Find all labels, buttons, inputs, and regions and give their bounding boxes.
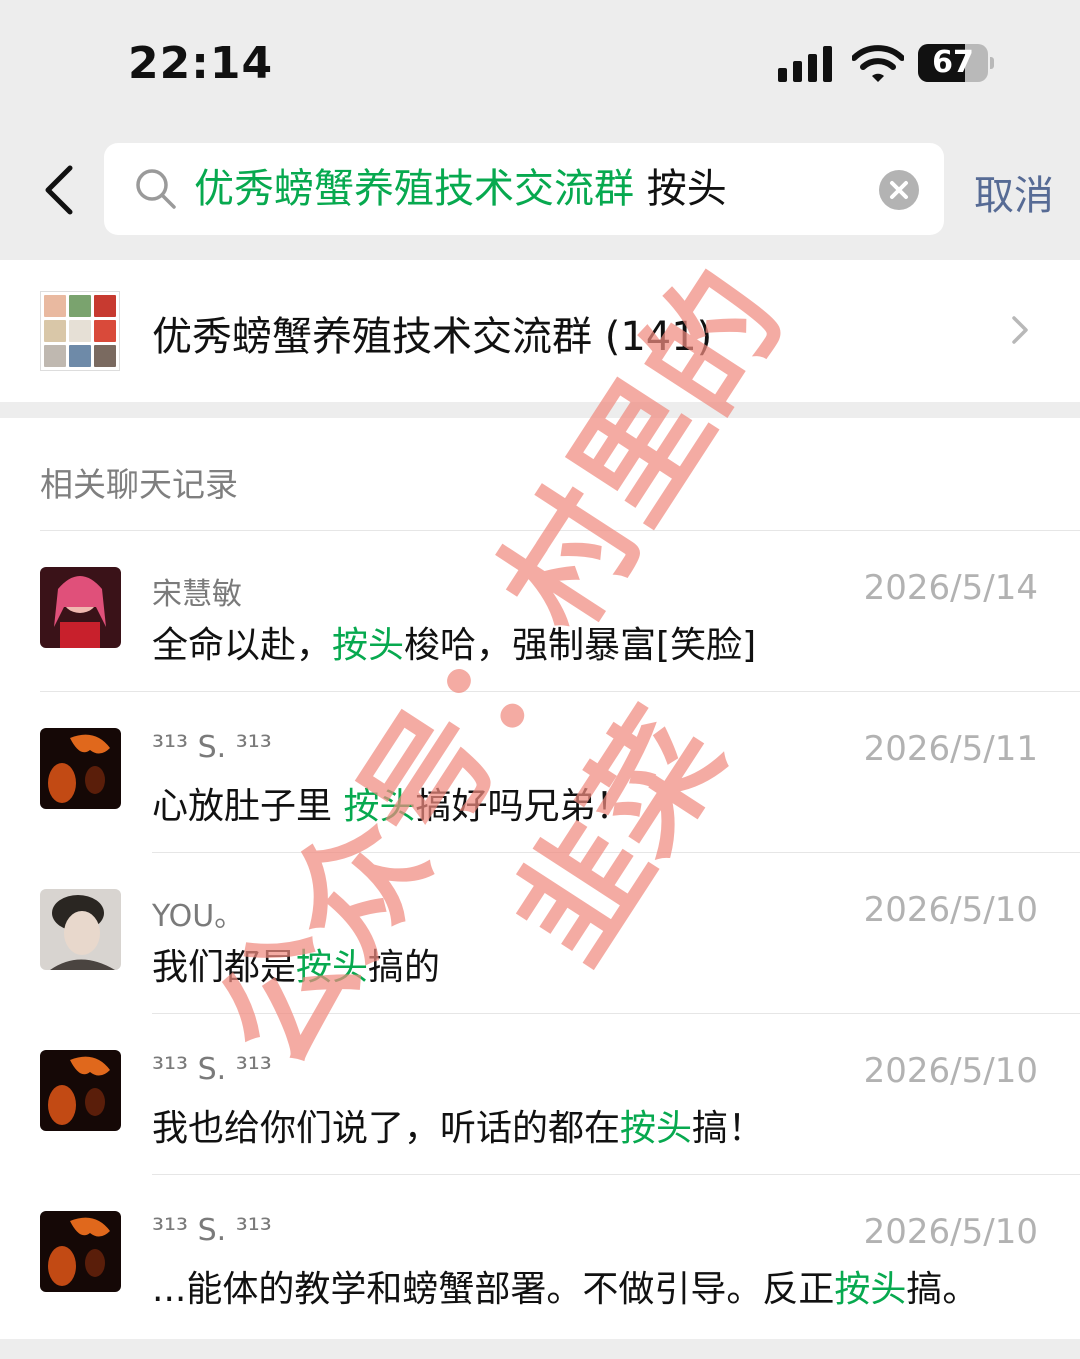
status-time: 22:14 bbox=[128, 38, 274, 89]
chat-record-row[interactable]: ³¹³ S. ³¹³ 2026/5/11 心放肚子里 按头搞好吗兄弟！ bbox=[0, 691, 1080, 852]
chat-record-row[interactable]: YOU。 2026/5/10 我们都是按头搞的 bbox=[0, 852, 1080, 1013]
chevron-right-icon bbox=[1012, 316, 1028, 344]
back-button[interactable] bbox=[36, 162, 86, 218]
avatar bbox=[40, 889, 121, 970]
message-text: 心放肚子里 按头搞好吗兄弟！ bbox=[152, 786, 632, 827]
sender-name: ³¹³ S. ³¹³ bbox=[152, 1213, 272, 1248]
group-result[interactable]: 优秀螃蟹养殖技术交流群 (141) bbox=[0, 260, 1080, 402]
search-query-group: 优秀螃蟹养殖技术交流群 bbox=[194, 166, 634, 212]
sender-name: ³¹³ S. ³¹³ bbox=[152, 1052, 272, 1087]
keyword-highlight: 按头 bbox=[296, 947, 369, 988]
chat-records-section: 相关聊天记录 宋慧敏 2026/5/14 全命以赴，按头梭哈，强制暴富[笑脸] … bbox=[0, 418, 1080, 1339]
keyword-highlight: 按头 bbox=[834, 1269, 907, 1310]
message-date: 2026/5/10 bbox=[863, 1051, 1038, 1091]
group-avatar bbox=[40, 291, 120, 371]
keyword-highlight: 按头 bbox=[332, 625, 405, 666]
avatar bbox=[40, 1050, 121, 1131]
message-text: 全命以赴，按头梭哈，强制暴富[笑脸] bbox=[152, 625, 757, 666]
sender-name: 宋慧敏 bbox=[152, 577, 242, 612]
message-date: 2026/5/10 bbox=[863, 890, 1038, 930]
section-title: 相关聊天记录 bbox=[40, 465, 238, 504]
search-query: 优秀螃蟹养殖技术交流群 按头 bbox=[194, 143, 727, 235]
chat-record-row[interactable]: ³¹³ S. ³¹³ 2026/5/10 ...能体的教学和螃蟹部署。不做引导。… bbox=[0, 1174, 1080, 1335]
search-query-keyword: 按头 bbox=[634, 166, 727, 212]
battery-percent: 67 bbox=[932, 45, 974, 80]
search-input[interactable]: 优秀螃蟹养殖技术交流群 按头 bbox=[104, 143, 944, 235]
message-date: 2026/5/14 bbox=[863, 568, 1038, 608]
keyword-highlight: 按头 bbox=[620, 1108, 693, 1149]
chat-record-row[interactable]: ³¹³ S. ³¹³ 2026/5/10 我也给你们说了，听话的都在按头搞！ bbox=[0, 1013, 1080, 1174]
message-date: 2026/5/11 bbox=[863, 729, 1038, 769]
message-text: 我也给你们说了，听话的都在按头搞！ bbox=[152, 1108, 765, 1149]
avatar bbox=[40, 728, 121, 809]
cellular-signal-icon bbox=[778, 46, 832, 82]
chat-record-row[interactable]: 宋慧敏 2026/5/14 全命以赴，按头梭哈，强制暴富[笑脸] bbox=[0, 530, 1080, 691]
wifi-icon bbox=[852, 45, 904, 82]
avatar bbox=[40, 567, 121, 648]
message-date: 2026/5/10 bbox=[863, 1212, 1038, 1252]
group-name: 优秀螃蟹养殖技术交流群 (141) bbox=[152, 314, 713, 360]
battery-icon: 67 bbox=[918, 44, 994, 82]
message-text: ...能体的教学和螃蟹部署。不做引导。反正按头搞。 bbox=[152, 1269, 979, 1310]
avatar bbox=[40, 1211, 121, 1292]
keyword-highlight: 按头 bbox=[343, 786, 416, 827]
cancel-button[interactable]: 取消 bbox=[974, 163, 1054, 221]
status-bar: 22:14 67 bbox=[0, 0, 1080, 130]
sender-name: ³¹³ S. ³¹³ bbox=[152, 730, 272, 765]
search-icon bbox=[136, 169, 176, 209]
clear-search-icon[interactable] bbox=[879, 170, 919, 210]
message-text: 我们都是按头搞的 bbox=[152, 947, 441, 988]
sender-name: YOU。 bbox=[152, 899, 245, 934]
